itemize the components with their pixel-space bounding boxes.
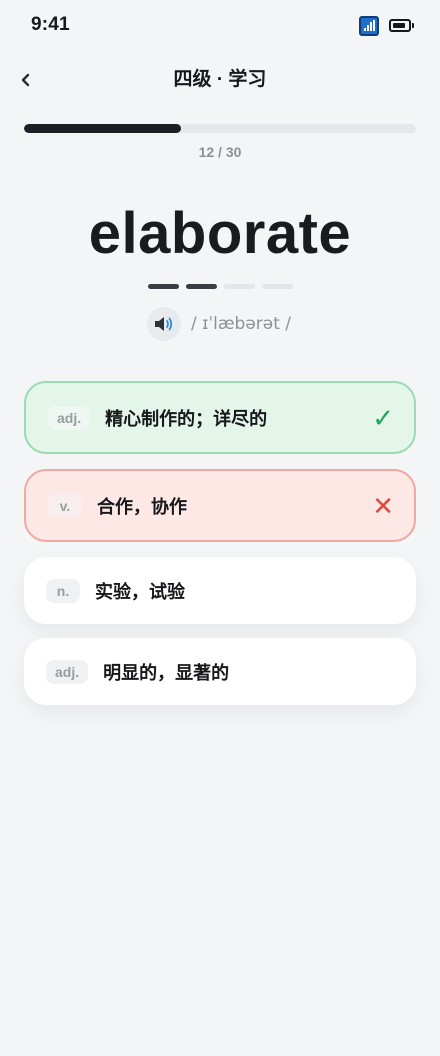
answer-option-3[interactable]: n. 实验，试验 [24,557,416,624]
part-of-speech-badge: n. [46,578,80,603]
syllable-dash [262,284,293,289]
phonetic-transcription: / ɪˈlæbərət / [191,314,292,334]
answer-option-1[interactable]: adj. 精心制作的；详尽的 ✓ [24,381,416,454]
part-of-speech-badge: adj. [46,659,89,684]
close-icon: ✕ [372,490,394,521]
signal-icon [359,16,379,36]
part-of-speech-badge: v. [48,493,82,518]
pronunciation-button[interactable] [147,307,181,341]
option-meaning: 明显的，显著的 [103,662,230,683]
part-of-speech-badge: adj. [48,405,91,430]
status-time: 9:41 [31,14,70,35]
syllable-dash [224,284,255,289]
option-meaning: 实验，试验 [95,581,185,602]
option-meaning: 合作，协作 [97,496,187,517]
syllable-dash [148,284,179,289]
progress-fill [24,124,181,133]
progress-bar [24,124,416,133]
progress-counter: 12 / 30 [198,144,242,160]
page-title: 四级 · 学习 [173,69,267,90]
status-bar: 9:41 [0,0,440,52]
vocabulary-word: elaborate [88,201,352,266]
study-screen: 9:41 四级 · 学习 12 / 30 elaborate / ɪˈlæbər… [0,0,440,1056]
check-icon: ✓ [372,402,394,433]
syllable-indicator [148,284,293,289]
speaker-icon [155,317,173,331]
syllable-dash [186,284,217,289]
answer-option-4[interactable]: adj. 明显的，显著的 [24,638,416,705]
battery-icon [389,19,414,32]
option-meaning: 精心制作的；详尽的 [105,408,268,429]
answer-option-2[interactable]: v. 合作，协作 ✕ [24,469,416,542]
